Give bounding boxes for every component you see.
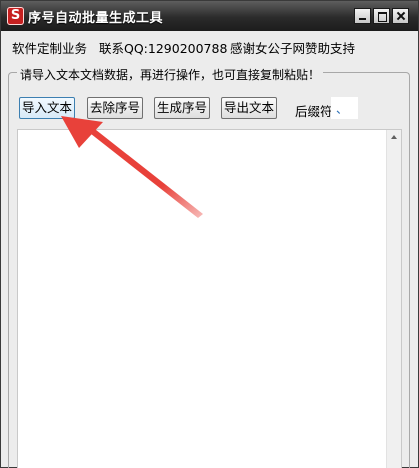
menu-item-custom-software[interactable]: 软件定制业务 [12,38,87,57]
minimize-button[interactable] [354,8,371,24]
title-bar[interactable]: S 序号自动批量生成工具 [1,1,418,31]
close-button[interactable] [392,8,409,24]
maximize-button[interactable] [373,8,390,24]
remove-index-button[interactable]: 去除序号 [87,97,143,119]
app-icon: S [7,7,24,25]
suffix-input[interactable] [331,97,358,119]
suffix-label: 后缀符 [295,104,333,119]
export-text-button[interactable]: 导出文本 [221,97,277,119]
menu-item-sponsor-thanks[interactable]: 感谢女公子网赞助支持 [230,38,355,57]
group-legend: 请导入文本文档数据，再进行操作，也可直接复制粘贴！ [17,66,324,83]
scroll-up-arrow-icon[interactable] [387,130,402,145]
editor-scrollbar[interactable] [386,130,401,468]
import-text-button[interactable]: 导入文本 [19,97,75,119]
menu-bar: 软件定制业务 联系QQ:1290200788 感谢女公子网赞助支持 [1,32,418,58]
window-title: 序号自动批量生成工具 [28,11,164,26]
generate-index-button[interactable]: 生成序号 [154,97,210,119]
menu-item-contact-qq[interactable]: 联系QQ:1290200788 [99,38,227,57]
text-editor[interactable] [17,129,402,468]
